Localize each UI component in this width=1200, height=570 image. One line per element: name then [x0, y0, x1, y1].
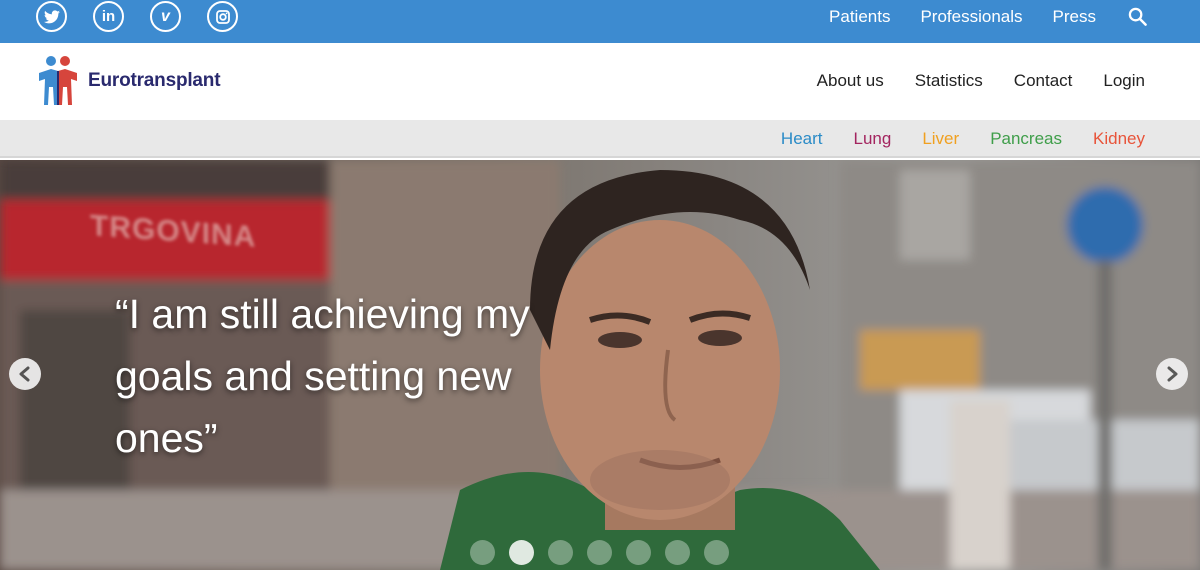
nav-login[interactable]: Login [1103, 71, 1145, 91]
carousel-prev-button[interactable] [9, 358, 41, 390]
main-nav: About us Statistics Contact Login [817, 71, 1145, 91]
organ-nav: Heart Lung Liver Pancreas Kidney [781, 129, 1145, 149]
site-header: Eurotransplant About us Statistics Conta… [0, 43, 1200, 120]
eurotransplant-logo[interactable]: Eurotransplant [36, 55, 221, 107]
nav-about-us[interactable]: About us [817, 71, 884, 91]
organ-liver[interactable]: Liver [922, 129, 959, 149]
carousel-dot-active[interactable] [509, 540, 534, 565]
carousel-dot[interactable] [665, 540, 690, 565]
organ-lung[interactable]: Lung [854, 129, 892, 149]
top-bar: in v Patients Professionals Press [0, 0, 1200, 43]
organ-pancreas[interactable]: Pancreas [990, 129, 1062, 149]
organ-nav-bar: Heart Lung Liver Pancreas Kidney [0, 120, 1200, 158]
twitter-icon[interactable] [36, 1, 67, 32]
twitter-glyph [43, 9, 60, 23]
store-sign-text: TRGOVINA [90, 209, 257, 254]
nav-professionals[interactable]: Professionals [920, 7, 1022, 27]
logo-figures-icon [39, 56, 77, 105]
logo-wordmark: Eurotransplant [88, 70, 221, 91]
nav-statistics[interactable]: Statistics [915, 71, 983, 91]
linkedin-glyph: in [101, 8, 116, 25]
instagram-icon[interactable] [207, 1, 238, 32]
linkedin-icon[interactable]: in [93, 1, 124, 32]
organ-heart[interactable]: Heart [781, 129, 823, 149]
social-links: in v [36, 1, 238, 32]
search-icon[interactable] [1126, 6, 1148, 28]
top-nav: Patients Professionals Press [829, 0, 1148, 33]
chevron-left-icon [19, 366, 30, 382]
vimeo-glyph: v [161, 7, 170, 25]
instagram-glyph [215, 9, 230, 24]
carousel-dot[interactable] [548, 540, 573, 565]
carousel-dots [470, 540, 729, 565]
carousel-dot[interactable] [704, 540, 729, 565]
nav-patients[interactable]: Patients [829, 7, 890, 27]
hero-quote: “I am still achieving my goals and setti… [115, 291, 530, 461]
carousel-next-button[interactable] [1156, 358, 1188, 390]
vimeo-icon[interactable]: v [150, 1, 181, 32]
carousel-dot[interactable] [587, 540, 612, 565]
nav-press[interactable]: Press [1053, 7, 1096, 27]
nav-contact[interactable]: Contact [1014, 71, 1073, 91]
carousel-dot[interactable] [626, 540, 651, 565]
carousel-dot[interactable] [470, 540, 495, 565]
hero-carousel: TRGOVINA “I am still achieving my goals … [0, 160, 1200, 570]
organ-kidney[interactable]: Kidney [1093, 129, 1145, 149]
chevron-right-icon [1167, 366, 1178, 382]
store-sign: TRGOVINA [90, 209, 290, 265]
